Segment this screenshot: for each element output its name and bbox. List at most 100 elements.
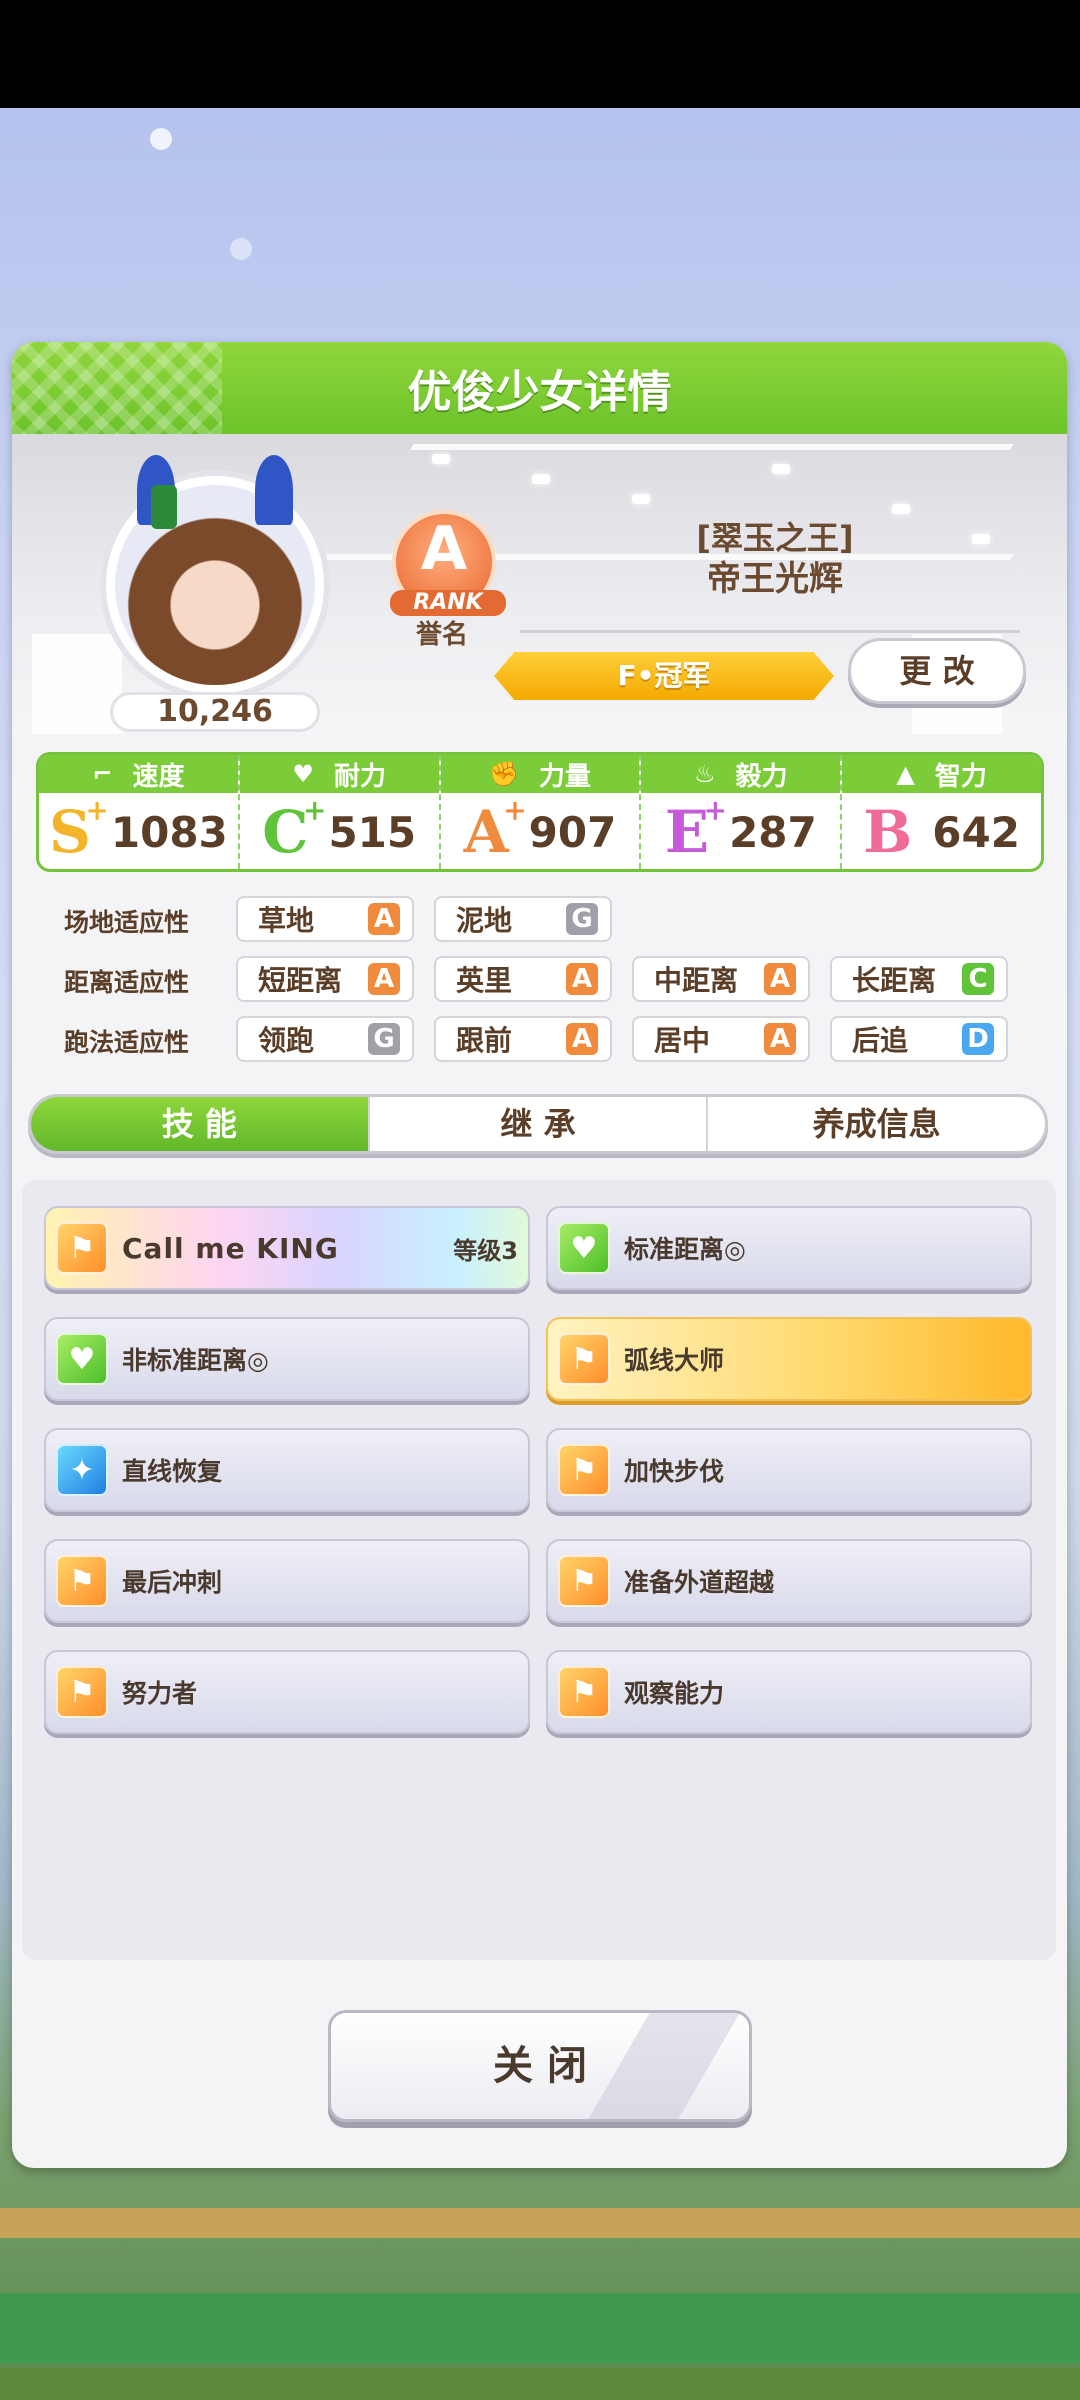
shoe-icon: ⌐ xyxy=(92,760,113,788)
stat-3: ♨ 毅力 E +287 xyxy=(641,755,843,869)
distance-aptitude-row: 距离适应性 xyxy=(64,958,236,1004)
megaphone-icon: ⚑ xyxy=(558,1666,610,1718)
stat-1: ♥ 耐力 C +515 xyxy=(239,755,441,869)
aptitude-style-0: 领跑 G xyxy=(236,1016,414,1062)
stat-grade-letter: E xyxy=(664,798,710,866)
character-name: 帝王光辉 xyxy=(707,559,843,599)
skill-item[interactable]: ⚑ 努力者 xyxy=(44,1650,530,1734)
change-title-button[interactable]: 更 改 xyxy=(848,638,1026,704)
ceiling-lamp xyxy=(892,504,910,514)
track-aptitude-row: 场地适应性 xyxy=(64,898,236,944)
skill-name: 最后冲刺 xyxy=(122,1568,223,1597)
stat-label: 耐力 xyxy=(333,761,386,792)
style-aptitude-row: 跑法适应性 xyxy=(64,1018,236,1064)
stat-0: ⌐ 速度 S +1083 xyxy=(39,755,240,869)
detail-tabs: 技 能 继 承 养成信息 xyxy=(28,1094,1048,1154)
heart-icon: ♥ xyxy=(558,1222,610,1274)
tab-skills[interactable]: 技 能 xyxy=(31,1097,370,1151)
skill-item[interactable]: ⚑ 加快步伐 xyxy=(546,1428,1032,1512)
skill-name: 非标准距离◎ xyxy=(122,1346,269,1375)
window xyxy=(32,634,122,734)
aptitude-grade-badge: G xyxy=(368,1023,400,1055)
stat-2: ✊ 力量 A +907 xyxy=(440,755,642,869)
character-name-block: [翠玉之王] 帝王光辉 xyxy=(690,518,860,600)
skill-item[interactable]: ♥ 非标准距离◎ xyxy=(44,1317,530,1401)
stat-label-bar: ✊ 力量 xyxy=(440,755,640,793)
skill-item[interactable]: ⚑ 观察能力 xyxy=(546,1650,1032,1734)
panel-title: 优俊少女详情 xyxy=(407,367,672,418)
distance-aptitude-label: 距离适应性 xyxy=(64,968,190,997)
runner-icon: ⚑ xyxy=(558,1444,610,1496)
flame-icon: ♨ xyxy=(694,760,716,788)
stat-value: 907 xyxy=(528,807,617,857)
skill-item[interactable]: ✦ 直线恢复 xyxy=(44,1428,530,1512)
aptitude-grade-badge: A xyxy=(368,903,400,935)
stat-grade: E + xyxy=(665,797,727,862)
sparkle-icon: ✦ xyxy=(56,1444,108,1496)
arm-icon: ✊ xyxy=(489,760,519,788)
stat-label-bar: ⌐ 速度 xyxy=(39,755,238,793)
stat-grade-letter: C xyxy=(262,798,309,866)
stat-label-bar: ♥ 耐力 xyxy=(239,755,439,793)
aptitude-grade-badge: A xyxy=(368,963,400,995)
runner-icon: ⚑ xyxy=(56,1555,108,1607)
ceiling-lamp xyxy=(632,494,650,504)
stat-grade-plus: + xyxy=(85,794,109,827)
ceiling-lamp xyxy=(432,454,450,464)
stat-value-row: A +907 xyxy=(441,793,640,869)
ceiling-beam xyxy=(410,444,1014,450)
aptitude-style-2: 居中 A xyxy=(632,1016,810,1062)
avatar xyxy=(115,455,315,685)
skill-name: 努力者 xyxy=(122,1679,198,1708)
aptitude-name: 后追 xyxy=(852,1024,909,1057)
sparkle-decor xyxy=(150,128,172,150)
stat-value-row: S +1083 xyxy=(39,793,238,869)
skill-item[interactable]: ⚑ 准备外道超越 xyxy=(546,1539,1032,1623)
field-ground xyxy=(0,2368,1080,2400)
fan-count: 10,246 xyxy=(110,692,320,732)
stat-grade-letter: B xyxy=(863,798,913,866)
aptitude-grade-badge: G xyxy=(566,903,598,935)
aptitude-grade-badge: C xyxy=(962,963,994,995)
grass-strip xyxy=(0,2293,1080,2363)
stat-value-row: B 642 xyxy=(842,793,1041,869)
aptitude-grade-badge: A xyxy=(764,963,796,995)
skill-item[interactable]: ⚑ 最后冲刺 xyxy=(44,1539,530,1623)
stat-value-row: E +287 xyxy=(641,793,840,869)
aptitude-name: 长距离 xyxy=(852,964,937,997)
avatar-frame[interactable] xyxy=(100,455,330,700)
skill-name: 观察能力 xyxy=(624,1679,725,1708)
stat-label: 力量 xyxy=(538,761,591,792)
rank-text: RANK xyxy=(390,590,506,616)
graduation-cap-icon: ▲ xyxy=(896,760,915,788)
aptitude-distance-3: 长距离 C xyxy=(830,956,1008,1002)
aptitude-name: 中距离 xyxy=(654,964,739,997)
stat-value: 1083 xyxy=(110,807,228,857)
skill-level: 等级3 xyxy=(453,1236,518,1265)
stat-label-bar: ▲ 智力 xyxy=(842,755,1041,793)
aptitude-grade-badge: A xyxy=(566,963,598,995)
aptitude-name: 跟前 xyxy=(456,1024,513,1057)
skill-item[interactable]: ♥ 标准距离◎ xyxy=(546,1206,1032,1290)
tab-training-info[interactable]: 养成信息 xyxy=(708,1097,1045,1151)
aptitude-name: 英里 xyxy=(456,964,513,997)
aptitude-grade-badge: D xyxy=(962,1023,994,1055)
stat-label: 智力 xyxy=(934,761,987,792)
tab-inheritance[interactable]: 继 承 xyxy=(370,1097,709,1151)
close-button[interactable]: 关 闭 xyxy=(328,2010,752,2122)
aptitude-name: 草地 xyxy=(258,904,315,937)
skill-name: 直线恢复 xyxy=(122,1457,223,1486)
runner-icon: ⚑ xyxy=(558,1555,610,1607)
button-shine xyxy=(588,2013,740,2119)
stat-value: 287 xyxy=(729,807,817,857)
aptitude-name: 居中 xyxy=(654,1024,711,1057)
skill-name: 加快步伐 xyxy=(624,1457,725,1486)
stats-panel: ⌐ 速度 S +1083 ♥ 耐力 C +515 ✊ 力量 A +907 ♨ 毅力 E +287 ▲ 智力 B 642 xyxy=(36,752,1044,872)
stat-value-row: C +515 xyxy=(240,793,439,869)
aptitude-name: 领跑 xyxy=(258,1024,315,1057)
ear-icon xyxy=(255,455,293,525)
ribbon-icon xyxy=(151,485,177,529)
skill-item[interactable]: ⚑ 弧线大师 xyxy=(546,1317,1032,1401)
stat-grade: B xyxy=(863,803,912,861)
skill-item[interactable]: ⚑ Call me KING 等级3 xyxy=(44,1206,530,1290)
